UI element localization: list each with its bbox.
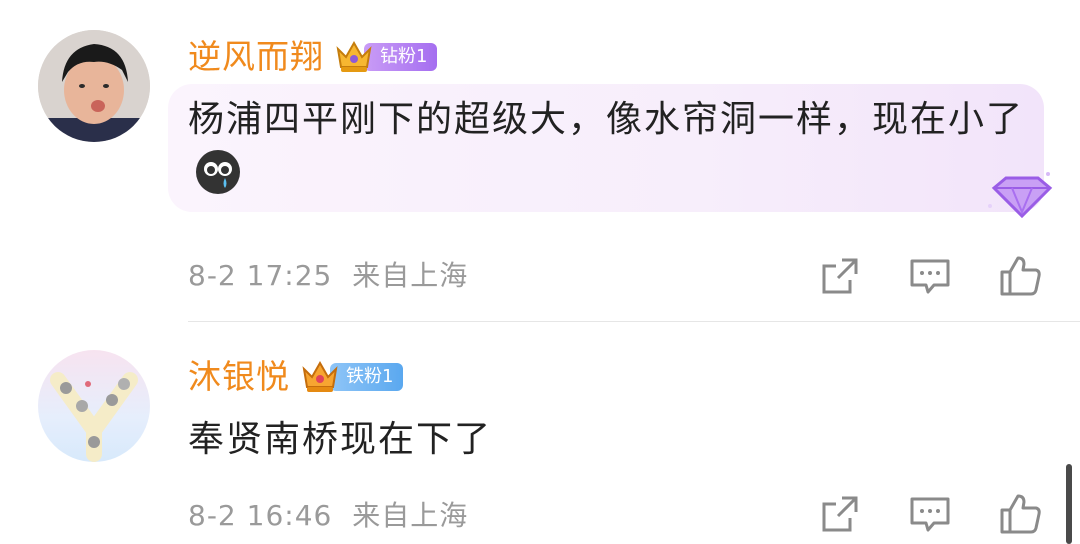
fan-badge-label: 铁粉1 bbox=[330, 363, 404, 391]
share-icon[interactable] bbox=[816, 490, 864, 538]
crown-icon bbox=[302, 360, 338, 392]
comment-item: 沐银悦 铁粉1 奉贤南桥现在下了 8-2 16:46 来自上海 bbox=[0, 322, 1080, 544]
comment-meta: 8-2 16:46 来自上海 bbox=[188, 496, 468, 536]
crown-icon bbox=[336, 40, 372, 72]
crying-face-emoji-icon bbox=[196, 150, 240, 194]
comment-date: 8-2 17:25 bbox=[188, 259, 333, 292]
fan-badge[interactable]: 钻粉1 bbox=[334, 37, 438, 77]
like-thumbs-up-icon[interactable] bbox=[996, 490, 1044, 538]
comment-text: 杨浦四平刚下的超级大，像水帘洞一样，现在小了 bbox=[188, 92, 1040, 205]
username[interactable]: 沐银悦 bbox=[188, 352, 290, 402]
comment-header: 沐银悦 铁粉1 bbox=[188, 352, 404, 402]
comment-location: 来自上海 bbox=[352, 259, 469, 292]
diamond-gem-icon bbox=[988, 172, 1053, 219]
comment-actions bbox=[810, 490, 1050, 538]
comment-item: 逆风而翔 钻粉1 杨浦四平刚下的超级大，像水帘洞一样，现在小了 8-2 17:2… bbox=[0, 0, 1080, 322]
fan-badge-label: 钻粉1 bbox=[364, 43, 438, 71]
avatar[interactable] bbox=[38, 30, 150, 142]
comment-actions bbox=[810, 252, 1050, 300]
avatar-image bbox=[38, 30, 150, 142]
comment-location: 来自上海 bbox=[352, 499, 469, 532]
username[interactable]: 逆风而翔 bbox=[188, 32, 324, 82]
reply-comment-icon[interactable] bbox=[906, 490, 954, 538]
comment-meta: 8-2 17:25 来自上海 bbox=[188, 256, 468, 296]
avatar-image bbox=[50, 372, 138, 462]
avatar[interactable] bbox=[38, 350, 150, 462]
comment-text: 奉贤南桥现在下了 bbox=[188, 419, 493, 460]
comment-date: 8-2 16:46 bbox=[188, 499, 333, 532]
reply-comment-icon[interactable] bbox=[906, 252, 954, 300]
comment-header: 逆风而翔 钻粉1 bbox=[188, 32, 438, 82]
comment-text-body: 杨浦四平刚下的超级大，像水帘洞一样，现在小了 bbox=[188, 99, 1025, 140]
fan-badge[interactable]: 铁粉1 bbox=[300, 357, 404, 397]
share-icon[interactable] bbox=[816, 252, 864, 300]
scrollbar[interactable] bbox=[1066, 464, 1072, 544]
like-thumbs-up-icon[interactable] bbox=[996, 252, 1044, 300]
